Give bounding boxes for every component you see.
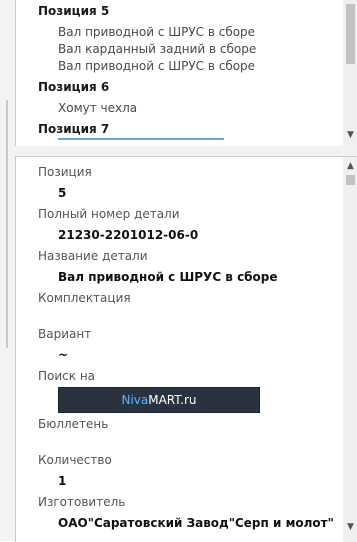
scrollbar-thumb[interactable] [346, 175, 355, 185]
group-header-position-5[interactable]: Позиция 5 [38, 4, 109, 18]
variant-value: ~ [58, 348, 69, 362]
parts-list-scrollbar[interactable]: ▼ [343, 0, 357, 146]
position-label: Позиция [38, 165, 92, 179]
position-value: 5 [58, 186, 67, 200]
left-panel-strip [0, 0, 15, 541]
variant-label: Вариант [38, 327, 92, 341]
scroll-down-arrow-icon[interactable]: ▼ [343, 520, 357, 534]
group-header-position-7[interactable]: Позиция 7 [38, 122, 109, 136]
manufacturer-value: ОАО"Саратовский Завод"Серп и молот" [58, 516, 334, 530]
nivamart-link-niva: Niva [121, 393, 149, 407]
panel-splitter[interactable] [15, 146, 357, 156]
group-header-position-6[interactable]: Позиция 6 [38, 80, 109, 94]
part-properties-panel: Позиция 5 Полный номер детали 21230-2201… [15, 156, 357, 542]
list-item[interactable]: Вал карданный задний в сборе [58, 42, 256, 56]
full-number-label: Полный номер детали [38, 207, 180, 221]
bulletin-label: Бюллетень [38, 417, 109, 431]
search-on-label: Поиск на [38, 369, 96, 383]
quantity-value: 1 [58, 474, 67, 488]
part-name-label: Название детали [38, 249, 148, 263]
parts-list-panel: Позиция 5 Вал приводной с ШРУС в сборе В… [15, 0, 357, 147]
part-name-value: Вал приводной с ШРУС в сборе [58, 270, 278, 284]
properties-scrollbar[interactable]: ▲ ▼ [343, 157, 357, 542]
kit-label: Комплектация [38, 291, 131, 305]
selection-underline [58, 138, 224, 140]
scroll-up-arrow-icon[interactable]: ▲ [343, 159, 357, 173]
list-item[interactable]: Вал приводной с ШРУС в сборе [58, 59, 255, 73]
scrollbar-thumb[interactable] [346, 4, 355, 64]
quantity-label: Количество [38, 453, 112, 467]
scroll-down-arrow-icon[interactable]: ▼ [343, 128, 357, 142]
list-item[interactable]: Вал приводной с ШРУС в сборе [58, 25, 255, 39]
nivamart-link[interactable]: NivaMART.ru [58, 387, 260, 413]
nivamart-link-mart: MART.ru [148, 393, 197, 407]
manufacturer-label: Изготовитель [38, 495, 126, 509]
splitter-grip[interactable] [6, 100, 8, 348]
list-item[interactable]: Хомут чехла [58, 101, 137, 115]
full-number-value: 21230-2201012-06-0 [58, 228, 199, 242]
